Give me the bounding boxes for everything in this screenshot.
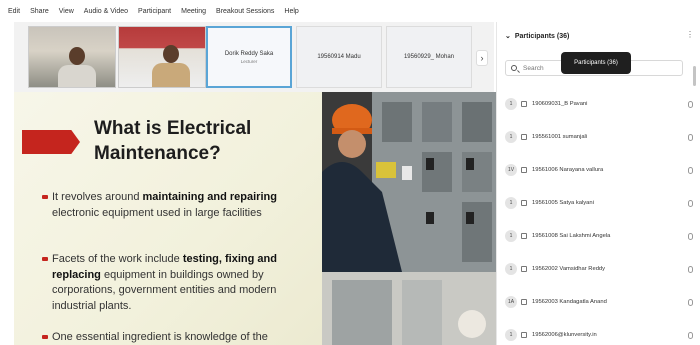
tile-subtitle: Lecturer xyxy=(240,58,258,64)
more-options-icon[interactable]: ⋮ xyxy=(686,30,694,39)
avatar: 1 xyxy=(505,197,517,209)
menu-edit[interactable]: Edit xyxy=(8,8,20,15)
panel-scrollbar[interactable] xyxy=(693,66,696,86)
menu-help[interactable]: Help xyxy=(284,8,298,15)
participant-name: 19562003 Kandagatla Anand xyxy=(532,299,607,305)
device-icon xyxy=(521,233,527,239)
device-icon xyxy=(521,200,527,206)
device-icon xyxy=(521,266,527,272)
menu-view[interactable]: View xyxy=(59,8,74,15)
tile-name: 19560929_ Mohan xyxy=(403,54,455,60)
bullet-text: One essential ingredient is knowledge of… xyxy=(52,331,268,343)
device-icon xyxy=(521,134,527,140)
slide-accent-arrow xyxy=(22,130,80,154)
menu-participant[interactable]: Participant xyxy=(138,8,171,15)
participant-row[interactable]: 1 19561005 Satya kalyani xyxy=(505,193,695,213)
menu-meeting[interactable]: Meeting xyxy=(181,8,206,15)
participant-name: 19561008 Sai Lakshmi Angela xyxy=(532,233,611,239)
participant-name: 19561005 Satya kalyani xyxy=(532,200,594,206)
bullet-text: It revolves around xyxy=(52,191,143,203)
participant-row[interactable]: 1 190609031_B Pavani xyxy=(505,94,695,114)
mic-icon[interactable] xyxy=(688,265,693,273)
slide-title-line-2: Maintenance? xyxy=(94,143,221,164)
video-tile-camera-2[interactable] xyxy=(118,26,206,88)
participant-row[interactable]: 1A 19562003 Kandagatla Anand xyxy=(505,292,695,312)
avatar: 1 xyxy=(505,131,517,143)
mic-icon[interactable] xyxy=(688,199,693,207)
participant-name: 190609031_B Pavani xyxy=(532,101,588,107)
search-icon xyxy=(511,65,517,71)
avatar: 1 xyxy=(505,98,517,110)
person-body xyxy=(58,65,96,87)
mic-icon[interactable] xyxy=(688,331,693,339)
menu-bar: Edit Share View Audio & Video Participan… xyxy=(0,0,700,22)
person-body xyxy=(152,63,190,87)
video-tile[interactable]: 19560929_ Mohan xyxy=(386,26,472,88)
tile-name: Dorik Reddy Saka xyxy=(224,50,274,57)
bullet-bold-text: maintaining and repairing xyxy=(142,191,277,203)
slide-bullet-2: Facets of the work include testing, fixi… xyxy=(42,252,314,314)
slide-photo xyxy=(322,92,496,345)
next-page-button[interactable]: › xyxy=(476,50,488,66)
device-icon xyxy=(521,101,527,107)
participant-row[interactable]: 1 19561008 Sai Lakshmi Angela xyxy=(505,226,695,246)
person-head xyxy=(163,45,179,63)
slide-bullet-3: One essential ingredient is knowledge of… xyxy=(42,330,314,345)
mic-icon[interactable] xyxy=(688,100,693,108)
menu-audio-video[interactable]: Audio & Video xyxy=(84,8,128,15)
tile-name: 19560914 Madu xyxy=(317,54,361,60)
participant-row[interactable]: 1 195561001 sumanjali xyxy=(505,127,695,147)
participants-panel: ⌄ Participants (36) ⋮ Participants (36) … xyxy=(496,22,700,345)
meeting-window: Edit Share View Audio & Video Participan… xyxy=(0,0,700,345)
mic-icon[interactable] xyxy=(688,133,693,141)
mic-icon[interactable] xyxy=(688,232,693,240)
panel-title: Participants (36) xyxy=(514,32,570,40)
video-tile-camera-1[interactable] xyxy=(28,26,116,88)
avatar: 1 xyxy=(505,230,517,242)
menu-breakout-sessions[interactable]: Breakout Sessions xyxy=(216,8,274,15)
mic-icon[interactable] xyxy=(688,166,693,174)
device-icon xyxy=(521,167,527,173)
shared-slide: What is Electrical Maintenance? It revol… xyxy=(14,92,322,345)
slide-title-line-1: What is Electrical xyxy=(94,118,252,139)
participant-name: 19561006 Narayana vallura xyxy=(532,167,604,173)
participant-row[interactable]: 1 19562002 Vamsidhar Reddy xyxy=(505,259,695,279)
device-icon xyxy=(521,332,527,338)
panel-header: ⌄ Participants (36) xyxy=(505,32,570,41)
electrician-photo xyxy=(322,92,496,345)
avatar: 1V xyxy=(505,164,517,176)
chevron-down-icon[interactable]: ⌄ xyxy=(505,32,511,40)
avatar: 1 xyxy=(505,263,517,275)
participant-name: 195561001 sumanjali xyxy=(532,134,588,140)
avatar: 1A xyxy=(505,296,517,308)
mic-icon[interactable] xyxy=(688,298,693,306)
participant-row[interactable]: 1 19562006@klunversity.in xyxy=(505,325,695,345)
device-icon xyxy=(521,299,527,305)
participants-tooltip: Participants (36) xyxy=(561,52,631,74)
video-strip: Dorik Reddy Saka Lecturer 19560914 Madu … xyxy=(14,22,494,92)
slide-title: What is Electrical Maintenance? xyxy=(94,116,314,166)
video-tile-active-speaker[interactable]: Dorik Reddy Saka Lecturer xyxy=(206,26,292,88)
participant-name: 19562002 Vamsidhar Reddy xyxy=(532,266,606,272)
avatar: 1 xyxy=(505,329,517,341)
video-tile[interactable]: 19560914 Madu xyxy=(296,26,382,88)
bullet-text: Facets of the work include xyxy=(52,253,183,265)
person-head xyxy=(69,47,85,65)
bullet-text: electronic equipment used in large facil… xyxy=(52,206,262,219)
participant-row[interactable]: 1V 19561006 Narayana vallura xyxy=(505,160,695,180)
menu-share[interactable]: Share xyxy=(30,8,49,15)
slide-bullet-1: It revolves around maintaining and repai… xyxy=(42,190,314,221)
participant-name: 19562006@klunversity.in xyxy=(532,332,597,338)
